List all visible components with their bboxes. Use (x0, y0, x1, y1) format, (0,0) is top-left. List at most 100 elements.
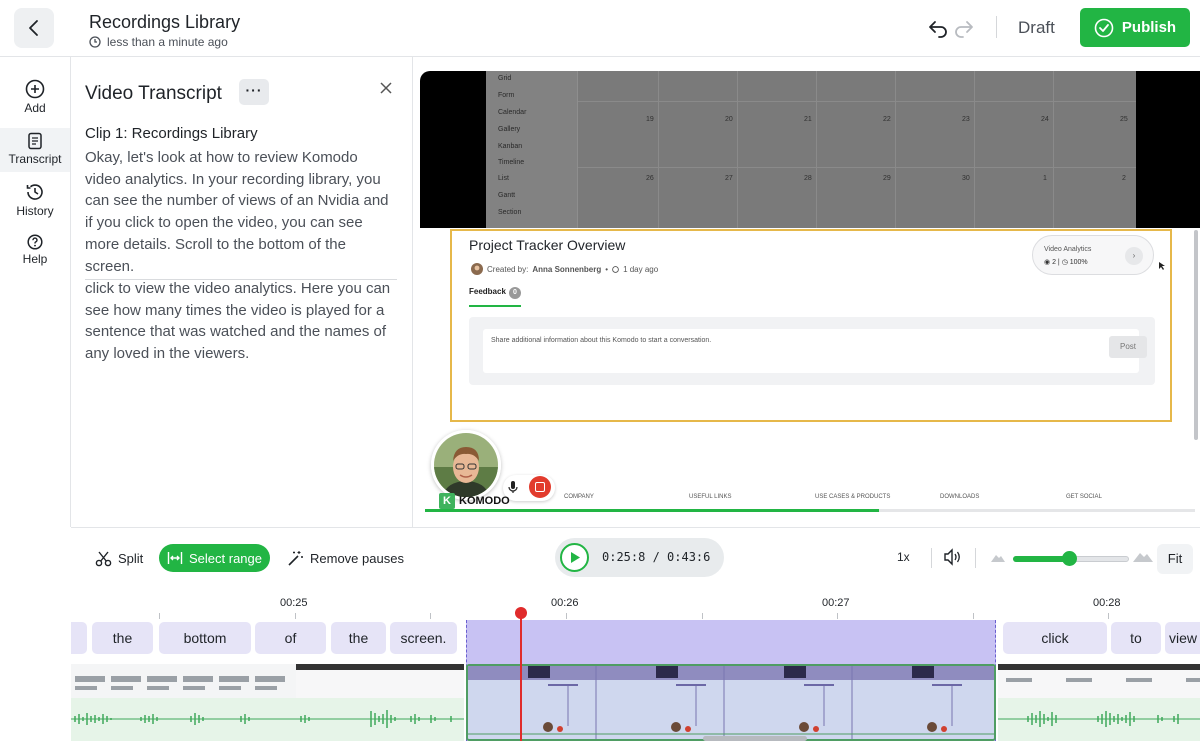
divider (975, 548, 976, 568)
clock-history-icon (26, 184, 43, 200)
redo-icon[interactable] (953, 17, 975, 39)
calendar-view-item: Grid (498, 75, 512, 82)
playhead[interactable] (520, 613, 522, 741)
undo-icon[interactable] (927, 17, 949, 39)
publish-button[interactable]: Publish (1080, 8, 1190, 47)
calendar-gridline (895, 71, 896, 228)
time-tick (566, 613, 567, 619)
word-chip[interactable]: the (331, 622, 386, 654)
tab-feedback[interactable]: Feedback 0 (469, 287, 521, 307)
timecode: 0:25:8 / 0:43:6 (602, 550, 711, 564)
video-clip-strip[interactable] (71, 664, 464, 741)
calendar-gridline (974, 71, 975, 228)
split-label: Split (118, 550, 144, 566)
word-chip[interactable]: the (92, 622, 153, 654)
video-progress-fill (425, 509, 879, 512)
post-button[interactable]: Post (1109, 336, 1147, 358)
zoom-out-mountain-icon[interactable] (991, 552, 1005, 562)
timeline[interactable]: 00:25 00:26 00:27 00:28 the bottom of th… (71, 589, 1200, 741)
time-tick-label: 00:26 (551, 597, 579, 609)
word-chip[interactable] (71, 622, 87, 654)
timeline-scrollbar[interactable] (703, 736, 807, 741)
zoom-slider-handle[interactable] (1062, 551, 1077, 566)
calendar-gridline (816, 71, 817, 228)
preview-scrollbar[interactable] (1194, 230, 1198, 440)
playback-speed-button[interactable]: 1x (897, 550, 910, 564)
video-analytics-pill[interactable]: Video Analytics ◉ 2 | ◷ 100% › (1032, 235, 1154, 275)
time-tick (837, 613, 838, 619)
komodo-logo: K KOMODO (439, 493, 510, 509)
comment-input[interactable]: Share additional information about this … (483, 329, 1139, 373)
left-nav: Add Transcript History Help (0, 57, 71, 527)
plus-circle-icon (25, 79, 45, 99)
clock-icon (612, 265, 619, 273)
divider (996, 16, 997, 38)
video-preview[interactable]: Grid Form Calendar Gallery Kanban Timeli… (420, 71, 1200, 512)
transcript-title: Video Transcript (85, 83, 222, 104)
analytics-completion: 100% (1069, 259, 1088, 266)
stop-icon (535, 482, 545, 492)
close-icon[interactable] (377, 79, 395, 97)
word-chip[interactable]: click (1003, 622, 1107, 654)
magic-wand-icon (288, 550, 303, 566)
word-chip[interactable]: bottom (159, 622, 251, 654)
calendar-screenshot: Grid Form Calendar Gallery Kanban Timeli… (486, 71, 1136, 228)
word-chip[interactable]: screen. (390, 622, 457, 654)
select-range-button[interactable]: Select range (159, 544, 270, 572)
split-button[interactable]: Split (95, 544, 143, 572)
mouse-cursor-icon (1159, 262, 1165, 270)
word-chip[interactable]: of (255, 622, 326, 654)
timer-icon: ◷ (1061, 259, 1068, 266)
fit-button[interactable]: Fit (1157, 544, 1193, 574)
stop-recording-button[interactable] (529, 476, 551, 498)
time-tick (159, 613, 160, 619)
page-title: Recordings Library (89, 12, 241, 32)
komodo-logo-mark: K (439, 493, 455, 509)
nav-item-history[interactable]: History (0, 182, 70, 222)
calendar-day: 19 (646, 116, 654, 123)
microphone-icon[interactable] (508, 480, 518, 494)
play-icon (571, 552, 580, 563)
transcript-paragraph[interactable]: Okay, let's look at how to review Komodo… (85, 147, 397, 281)
calendar-view-item: Gallery (498, 126, 521, 133)
calendar-day: 30 (962, 175, 970, 182)
clip-thumbnails-waveform (998, 664, 1200, 741)
chevron-right-icon[interactable]: › (1125, 247, 1143, 265)
selected-clip-strip[interactable] (466, 664, 996, 741)
playhead-handle[interactable] (515, 607, 527, 619)
word-chip[interactable]: to (1111, 622, 1161, 654)
clip-title: Clip 1: Recordings Library (85, 125, 258, 142)
time-tick (295, 613, 296, 619)
calendar-view-item: List (498, 175, 509, 182)
calendar-view-item: Calendar (498, 109, 527, 116)
analytics-views: 2 (1052, 259, 1056, 266)
select-range-icon (167, 552, 183, 564)
transcript-paragraph[interactable]: click to view the video analytics. Here … (85, 278, 397, 365)
playback-control: 0:25:8 / 0:43:6 (555, 538, 724, 577)
nav-item-help[interactable]: Help (0, 234, 70, 270)
volume-icon[interactable] (943, 548, 963, 566)
remove-pauses-button[interactable]: Remove pauses (287, 544, 404, 572)
nav-item-transcript[interactable]: Transcript (0, 128, 70, 172)
calendar-day: 25 (1120, 116, 1128, 123)
calendar-view-item: Section (498, 209, 522, 216)
brand-name: KOMODO (459, 495, 510, 507)
transcript-panel: Video Transcript ··· Clip 1: Recordings … (71, 57, 413, 527)
video-clip-strip[interactable] (998, 664, 1200, 741)
footer-link: USE CASES & PRODUCTS (815, 494, 891, 500)
more-options-button[interactable]: ··· (239, 79, 269, 105)
clock-icon (89, 36, 101, 48)
time-tick-label: 00:28 (1093, 597, 1121, 609)
zoom-in-mountain-icon[interactable] (1133, 550, 1153, 562)
divider (931, 548, 932, 568)
footer-link: USEFUL LINKS (689, 494, 732, 500)
nav-item-add[interactable]: Add (0, 79, 70, 119)
nav-label-help: Help (22, 252, 48, 266)
play-button[interactable] (560, 543, 589, 572)
word-chip[interactable]: view (1165, 622, 1200, 654)
time-tick-label: 00:25 (280, 597, 308, 609)
back-button[interactable] (14, 8, 54, 48)
calendar-gridline (737, 71, 738, 228)
question-circle-icon (27, 234, 43, 250)
scissors-icon (95, 551, 112, 566)
